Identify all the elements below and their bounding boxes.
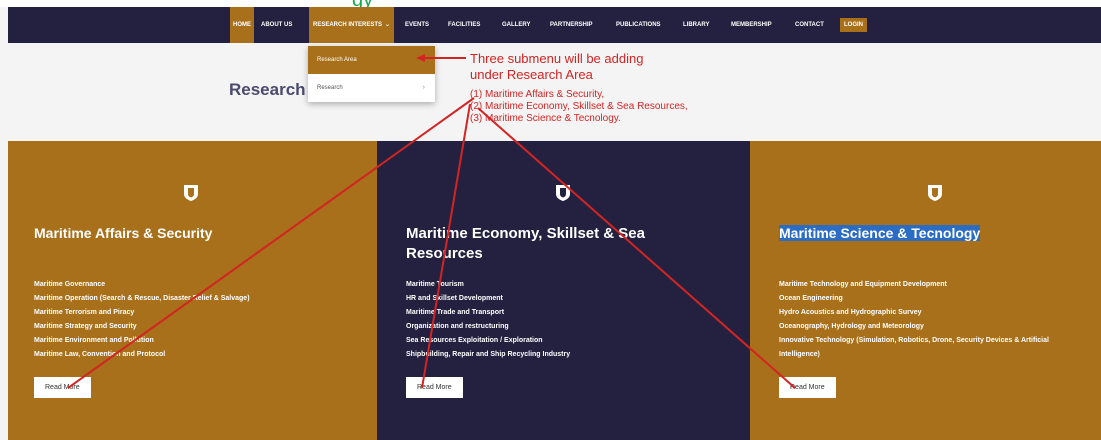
submenu-item-research[interactable]: Research › — [308, 74, 435, 102]
top-strip: gy — [0, 0, 1101, 10]
submenu-item-research-label: Research — [317, 85, 343, 91]
list-item: Organization and restructuring — [406, 323, 509, 330]
nav-research-interests-label: RESEARCH INTERESTS — [313, 22, 383, 28]
panel-title-line-2: Resources — [406, 245, 483, 262]
annotation-note-line-2: under Research Area — [470, 67, 593, 82]
submenu-item-research-area[interactable]: Research Area — [308, 46, 435, 74]
nav-library[interactable]: LIBRARY — [683, 7, 709, 43]
shield-icon — [184, 185, 198, 201]
annotation-item-2: (2) Maritime Economy, Skillset & Sea Res… — [470, 101, 688, 112]
shield-icon — [928, 185, 942, 201]
list-item: Ocean Engineering — [779, 295, 843, 302]
list-item: Innovative Technology (Simulation, Robot… — [779, 337, 1049, 344]
panel-title: Maritime Affairs & Security — [34, 225, 213, 241]
annotation-note-line-1: Three submenu will be adding — [470, 51, 644, 66]
read-more-button[interactable]: Read More — [406, 377, 463, 398]
annotation-item-1: (1) Maritime Affairs & Security, — [470, 89, 605, 100]
chevron-right-icon: › — [422, 84, 425, 91]
selected-text-highlight: Maritime Science & Tecnology — [779, 225, 981, 241]
nav-gallery[interactable]: GALLERY — [502, 7, 530, 43]
nav-contact[interactable]: CONTACT — [795, 7, 824, 43]
panel-maritime-affairs: Maritime Affairs & Security Maritime Gov… — [8, 141, 377, 440]
nav-publications[interactable]: PUBLICATIONS — [616, 7, 661, 43]
nav-events[interactable]: EVENTS — [405, 7, 429, 43]
panel-topic-list: Maritime Technology and Equipment Develo… — [779, 278, 1049, 362]
panel-topic-list: Maritime Tourism HR and Skillset Develop… — [406, 278, 570, 362]
list-item: Maritime Law, Convention and Protocol — [34, 351, 166, 358]
chevron-down-icon: ⌄ — [385, 22, 391, 28]
panel-topic-list: Maritime Governance Maritime Operation (… — [34, 278, 250, 362]
list-item: Maritime Environment and Pollution — [34, 337, 154, 344]
read-more-button[interactable]: Read More — [34, 377, 91, 398]
login-button[interactable]: LOGIN — [840, 18, 867, 32]
list-item: Maritime Governance — [34, 281, 106, 288]
list-item: Sea Resources Exploitation / Exploration — [406, 337, 543, 344]
main-navigation: HOME ABOUT US RESEARCH INTERESTS ⌄ EVENTS… — [8, 7, 1101, 43]
list-item: Shipbuilding, Repair and Ship Recycling … — [406, 351, 571, 358]
nav-research-interests[interactable]: RESEARCH INTERESTS ⌄ — [309, 7, 395, 43]
list-item: Maritime Technology and Equipment Develo… — [779, 281, 947, 288]
panel-maritime-science: Maritime Science & Tecnology Maritime Te… — [750, 141, 1101, 440]
list-item: Intelligence) — [779, 351, 820, 358]
page-title: Research — [229, 80, 306, 99]
list-item: Oceanography, Hydrology and Meteorology — [779, 323, 924, 330]
list-item: Maritime Trade and Transport — [406, 309, 505, 316]
nav-home[interactable]: HOME — [230, 7, 254, 43]
annotation-item-3: (3) Maritime Science & Tecnology. — [470, 113, 621, 124]
panel-title: Maritime Economy, Skillset & Sea Resourc… — [406, 224, 645, 264]
nav-about-us[interactable]: ABOUT US — [261, 7, 292, 43]
nav-partnership[interactable]: PARTNERSHIP — [550, 7, 593, 43]
list-item: Maritime Strategy and Security — [34, 323, 137, 330]
list-item: Hydro Acoustics and Hydrographic Survey — [779, 309, 922, 316]
nav-facilities[interactable]: FACILITIES — [448, 7, 480, 43]
shield-icon — [556, 185, 570, 201]
read-more-button[interactable]: Read More — [779, 377, 836, 398]
research-submenu: Research Area Research › — [308, 46, 435, 102]
panel-maritime-economy: Maritime Economy, Skillset & Sea Resourc… — [377, 141, 750, 440]
panel-title-line-1: Maritime Economy, Skillset & Sea — [406, 225, 645, 242]
list-item: Maritime Operation (Search & Rescue, Dis… — [34, 295, 250, 302]
nav-membership[interactable]: MEMBERSHIP — [731, 7, 772, 43]
panel-title: Maritime Science & Tecnology — [779, 223, 981, 243]
list-item: Maritime Terrorism and Piracy — [34, 309, 135, 316]
list-item: Maritime Tourism — [406, 281, 464, 288]
list-item: HR and Skillset Development — [406, 295, 503, 302]
